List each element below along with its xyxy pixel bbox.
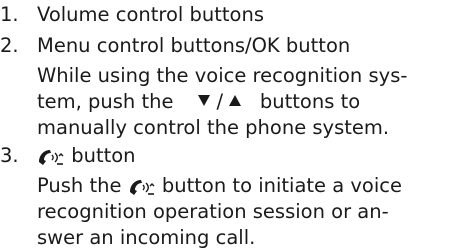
separator-text: /	[216, 90, 224, 113]
description-line: While using the voice recognition sys-	[37, 64, 408, 87]
description-text: Push the	[37, 174, 122, 197]
phone-voice-icon	[129, 179, 155, 195]
description-line: manually control the phone system.	[37, 116, 390, 139]
manual-page: 1. Volume control buttons 2. Menu contro…	[0, 0, 452, 251]
triangle-up-icon	[229, 95, 242, 106]
phone-voice-icon	[39, 149, 64, 165]
description-text: tem, push the	[37, 90, 174, 113]
description-text: button to initiate a voice	[161, 174, 402, 197]
description-line: swer an incoming call.	[37, 226, 256, 249]
item-3-description: Push the button to initiate a voice reco…	[37, 173, 402, 251]
description-text: buttons to	[259, 90, 361, 113]
item-title: button	[71, 144, 136, 167]
item-title: Menu control buttons/OK button	[37, 34, 351, 57]
item-number: 1.	[0, 3, 19, 26]
description-line: recognition operation session or an-	[37, 200, 389, 223]
description-line: tem, push the / buttons to	[37, 89, 407, 115]
item-2-description: While using the voice recognition sys- t…	[37, 63, 407, 141]
item-number: 3.	[0, 144, 19, 167]
item-title: button	[37, 143, 136, 169]
description-line: Push the button to initiate a voice	[37, 173, 402, 199]
item-number: 2.	[0, 34, 19, 57]
item-title: Volume control buttons	[37, 3, 264, 26]
triangle-down-icon	[198, 95, 211, 106]
